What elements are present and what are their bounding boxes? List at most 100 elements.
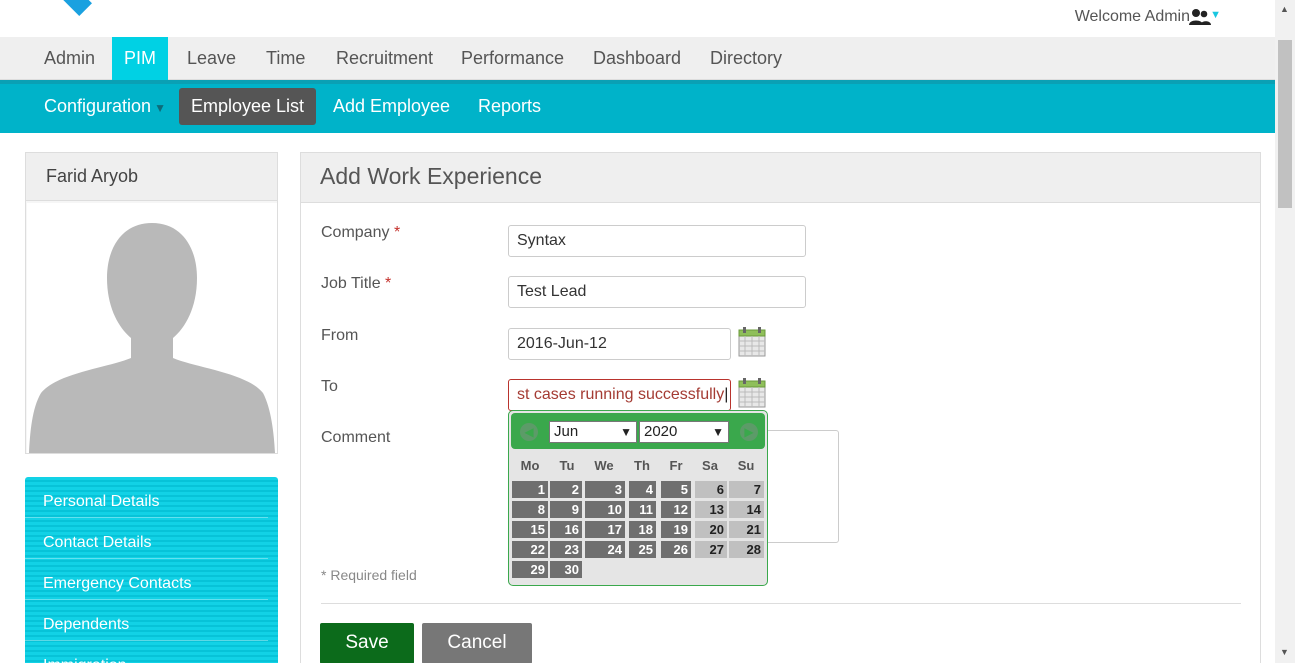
menu-recruitment[interactable]: Recruitment [324,37,445,80]
datepicker-popup: ◀ Jun ▼ 2020 ▼ ▶ Mo Tu We Th Fr Sa Su 1234… [508,410,768,586]
prev-month-icon[interactable]: ◀ [520,423,538,441]
calendar-icon[interactable] [738,378,766,408]
submenu-employee-list[interactable]: Employee List [179,88,317,125]
employee-name: Farid Aryob [26,153,277,201]
to-date-input[interactable]: st cases running successfully| [508,379,731,411]
profile-card: Farid Aryob [25,152,278,454]
job-title-label-text: Job Title [321,275,381,292]
submenu-reports[interactable]: Reports [466,88,553,125]
menu-admin[interactable]: Admin [32,37,107,80]
menu-leave[interactable]: Leave [175,37,248,80]
divider [321,603,1241,604]
company-label-text: Company [321,224,390,241]
required-field-hint: * Required field [321,567,417,583]
avatar-placeholder-icon [29,223,275,453]
calendar-day[interactable]: 27 [695,541,727,558]
calendar-day[interactable]: 25 [629,541,656,558]
calendar-day[interactable]: 20 [695,521,727,538]
menu-directory[interactable]: Directory [698,37,794,80]
panel-title: Add Work Experience [301,153,1260,203]
calendar-day[interactable]: 3 [585,481,625,498]
calendar-day[interactable]: 26 [661,541,691,558]
submenu-configuration-label: Configuration [44,96,152,116]
company-input[interactable]: Syntax [508,225,806,257]
calendar-day[interactable]: 10 [585,501,625,518]
calendar-day[interactable]: 4 [629,481,656,498]
calendar-day[interactable]: 17 [585,521,625,538]
calendar-day[interactable]: 12 [661,501,691,518]
calendar-day[interactable]: 8 [512,501,548,518]
job-title-label: Job Title * [321,275,391,293]
weekday-fr: Fr [669,458,683,473]
calendar-day[interactable]: 16 [550,521,582,538]
calendar-day[interactable]: 19 [661,521,691,538]
side-item-contact-details[interactable]: Contact Details [25,518,268,559]
calendar-day[interactable]: 11 [629,501,656,518]
side-item-dependents[interactable]: Dependents [25,600,268,641]
calendar-day[interactable]: 30 [550,561,582,578]
calendar-day[interactable]: 28 [729,541,764,558]
weekday-mo: Mo [520,458,540,473]
calendar-day[interactable]: 22 [512,541,548,558]
from-date-input[interactable]: 2016-Jun-12 [508,328,731,360]
comment-label: Comment [321,429,391,446]
employee-photo[interactable] [27,203,277,453]
page-scrollbar[interactable]: ▲ ▼ [1275,0,1295,663]
calendar-day[interactable]: 2 [550,481,582,498]
scroll-up-icon[interactable]: ▲ [1280,4,1289,14]
calendar-day[interactable]: 5 [661,481,691,498]
month-value: Jun [554,423,579,440]
weekday-th: Th [634,458,650,473]
cancel-button[interactable]: Cancel [422,623,532,663]
calendar-day[interactable]: 15 [512,521,548,538]
calendar-day[interactable]: 14 [729,501,764,518]
chevron-down-icon: ▼ [620,425,632,439]
save-button[interactable]: Save [320,623,414,663]
calendar-day[interactable]: 7 [729,481,764,498]
submenu-add-employee[interactable]: Add Employee [321,88,462,125]
next-month-icon[interactable]: ▶ [740,423,758,441]
sub-menu: Configuration ▼ Employee List Add Employe… [0,80,1275,133]
calendar-day[interactable]: 21 [729,521,764,538]
weekday-tu: Tu [559,458,575,473]
year-select[interactable]: 2020 ▼ [639,421,729,443]
calendar-day[interactable]: 13 [695,501,727,518]
calendar-day[interactable]: 1 [512,481,548,498]
menu-performance[interactable]: Performance [449,37,576,80]
side-item-personal-details[interactable]: Personal Details [25,477,268,518]
from-label: From [321,327,359,344]
required-marker: * [385,275,392,292]
welcome-text[interactable]: Welcome Admin [1075,8,1190,26]
company-label: Company * [321,224,400,242]
caret-down-icon[interactable]: ▼ [1210,9,1221,21]
side-menu: Personal Details Contact Details Emergen… [25,477,278,663]
top-header: Welcome Admin ▼ [0,0,1275,37]
calendar-icon[interactable] [738,327,766,357]
month-select[interactable]: Jun ▼ [549,421,637,443]
main-menu: Admin PIM Leave Time Recruitment Perform… [0,37,1275,80]
required-marker: * [393,224,401,241]
weekday-sa: Sa [702,458,718,473]
job-title-input[interactable]: Test Lead [508,276,806,308]
weekday-su: Su [737,458,755,473]
calendar-day[interactable]: 23 [550,541,582,558]
chevron-down-icon: ▼ [712,425,724,439]
menu-dashboard[interactable]: Dashboard [581,37,693,80]
side-item-emergency-contacts[interactable]: Emergency Contacts [25,559,268,600]
users-icon[interactable] [1189,8,1211,26]
datepicker-header: ◀ Jun ▼ 2020 ▼ ▶ [511,413,765,449]
caret-down-icon: ▼ [154,101,166,115]
scroll-thumb[interactable] [1278,40,1292,208]
scroll-down-icon[interactable]: ▼ [1280,647,1289,657]
calendar-day[interactable]: 18 [629,521,656,538]
side-item-immigration[interactable]: Immigration [25,641,268,663]
menu-pim[interactable]: PIM [112,37,169,80]
menu-time[interactable]: Time [254,37,317,80]
calendar-day[interactable]: 9 [550,501,582,518]
calendar-day[interactable]: 24 [585,541,625,558]
submenu-configuration[interactable]: Configuration ▼ [32,88,178,125]
calendar-day[interactable]: 29 [512,561,548,578]
to-label: To [321,378,338,395]
calendar-day[interactable]: 6 [695,481,727,498]
weekday-we: We [594,458,614,473]
